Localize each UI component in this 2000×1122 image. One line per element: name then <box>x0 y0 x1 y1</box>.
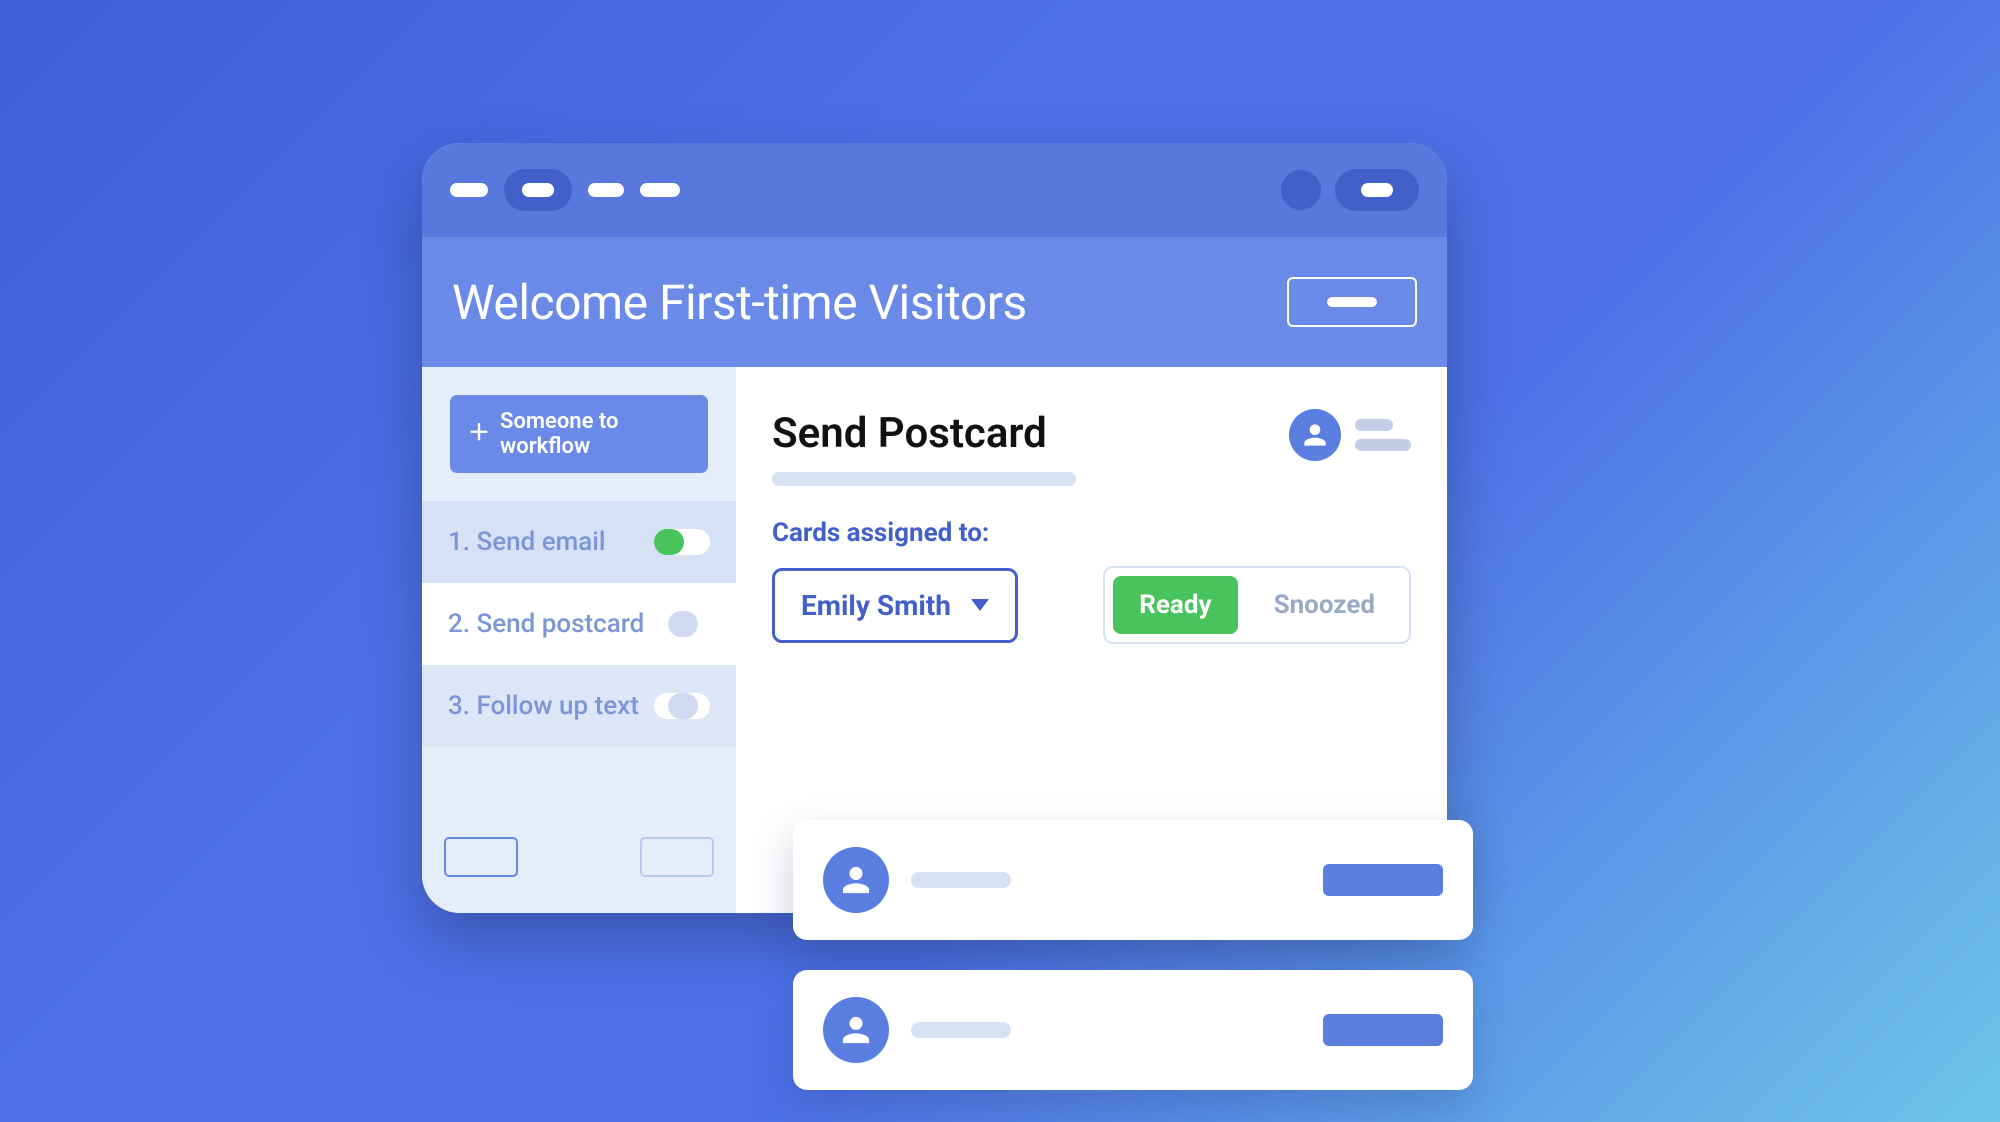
toggle-knob <box>654 529 684 555</box>
titlebar: Welcome First-time Visitors <box>422 237 1447 367</box>
topbar-tab[interactable] <box>588 183 624 197</box>
add-to-workflow-button[interactable]: ＋ Someone to workflow <box>450 395 708 473</box>
sidebar: ＋ Someone to workflow 1. Send email 2. S… <box>422 367 736 913</box>
topbar-avatar-icon[interactable] <box>1281 170 1321 210</box>
tab-snoozed[interactable]: Snoozed <box>1248 576 1401 634</box>
chevron-down-icon <box>971 599 989 611</box>
topbar-tab-active[interactable] <box>504 169 572 211</box>
topbar-right <box>1281 169 1419 211</box>
tab-ready[interactable]: Ready <box>1113 576 1237 634</box>
main-subtitle-placeholder <box>772 472 1076 486</box>
step-label: 1. Send email <box>448 527 606 557</box>
topbar-tab-inner <box>522 183 554 197</box>
titlebar-action-button[interactable] <box>1287 277 1417 327</box>
step-toggle[interactable] <box>654 693 710 719</box>
step-label: 2. Send postcard <box>448 609 644 639</box>
person-avatar-icon <box>823 847 889 913</box>
topbar <box>422 143 1447 237</box>
toggle-knob <box>668 611 698 637</box>
step-follow-up-text[interactable]: 3. Follow up text <box>422 665 736 747</box>
sidebar-top: ＋ Someone to workflow <box>422 367 736 501</box>
sidebar-footer-button-secondary[interactable] <box>640 837 714 877</box>
assign-label: Cards assigned to: <box>772 518 1411 548</box>
topbar-tab[interactable] <box>450 183 488 197</box>
controls-row: Emily Smith Ready Snoozed <box>772 566 1411 644</box>
assignee-name: Emily Smith <box>801 589 951 622</box>
person-action-button[interactable] <box>1323 864 1443 896</box>
sidebar-footer-button-primary[interactable] <box>444 837 518 877</box>
toggle-knob <box>668 693 698 719</box>
step-send-postcard[interactable]: 2. Send postcard <box>422 583 736 665</box>
app-window: Welcome First-time Visitors ＋ Someone to… <box>422 143 1447 913</box>
page-title: Welcome First-time Visitors <box>452 274 1027 331</box>
plus-icon: ＋ <box>468 423 490 445</box>
person-name-placeholder <box>911 1022 1011 1038</box>
status-segmented: Ready Snoozed <box>1103 566 1411 644</box>
assignee-dropdown[interactable]: Emily Smith <box>772 568 1018 643</box>
step-toggle[interactable] <box>654 611 710 637</box>
titlebar-action-inner <box>1327 297 1377 307</box>
topbar-tab[interactable] <box>640 183 680 197</box>
person-card[interactable] <box>793 820 1473 940</box>
step-label: 3. Follow up text <box>448 691 639 721</box>
sidebar-steps: 1. Send email 2. Send postcard 3. Follow… <box>422 501 736 747</box>
topbar-action-inner <box>1361 183 1393 197</box>
step-send-email[interactable]: 1. Send email <box>422 501 736 583</box>
add-button-label: Someone to workflow <box>500 409 690 459</box>
person-avatar-icon <box>823 997 889 1063</box>
user-avatar-icon[interactable] <box>1289 409 1341 461</box>
meta-line <box>1355 439 1411 451</box>
user-meta-lines <box>1355 419 1411 451</box>
person-action-button[interactable] <box>1323 1014 1443 1046</box>
sidebar-footer <box>422 815 736 913</box>
person-name-placeholder <box>911 872 1011 888</box>
topbar-action-button[interactable] <box>1335 169 1419 211</box>
meta-line <box>1355 419 1393 431</box>
step-toggle[interactable] <box>654 529 710 555</box>
person-card[interactable] <box>793 970 1473 1090</box>
main-meta <box>1289 409 1411 461</box>
